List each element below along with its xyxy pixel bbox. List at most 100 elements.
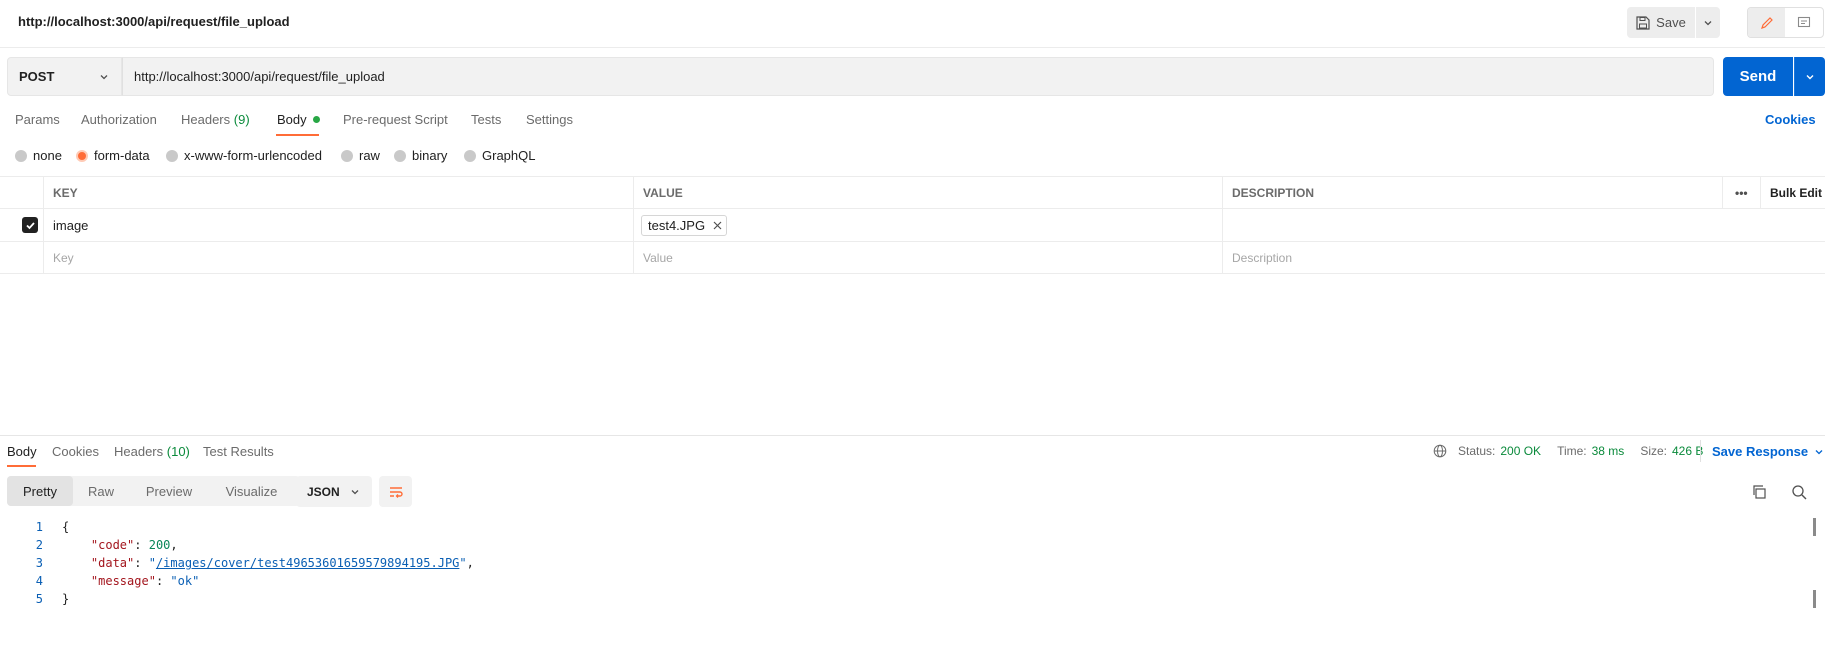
active-tab-underline xyxy=(276,134,319,136)
header-divider xyxy=(0,47,1825,48)
tab-headers-count: (9) xyxy=(233,112,250,127)
json-value-data-link[interactable]: /images/cover/test49653601659579894195.J… xyxy=(156,556,459,570)
scrollbar-marker[interactable] xyxy=(1813,518,1816,536)
view-pretty[interactable]: Pretty xyxy=(7,476,73,506)
radio-none[interactable]: none xyxy=(15,148,62,163)
response-tab-body[interactable]: Body xyxy=(7,444,37,459)
scrollbar-marker[interactable] xyxy=(1813,590,1816,608)
radio-label: form-data xyxy=(94,148,150,163)
file-name: test4.JPG xyxy=(648,217,706,233)
radio-binary[interactable]: binary xyxy=(394,148,447,163)
pencil-icon xyxy=(1760,16,1773,29)
more-options-button[interactable]: ••• xyxy=(1722,177,1760,208)
search-icon[interactable] xyxy=(1791,484,1807,500)
tab-params[interactable]: Params xyxy=(15,112,60,127)
bulk-edit-button[interactable]: Bulk Edit xyxy=(1760,177,1825,208)
radio-dot xyxy=(464,149,476,162)
close-icon[interactable] xyxy=(713,221,722,230)
status-value[interactable]: 200 OK xyxy=(1500,444,1541,458)
save-response-button[interactable]: Save Response xyxy=(1712,444,1824,459)
description-column-header: DESCRIPTION xyxy=(1222,177,1722,208)
radio-label: x-www-form-urlencoded xyxy=(184,148,322,163)
line-number: 3 xyxy=(35,556,43,570)
time-value[interactable]: 38 ms xyxy=(1592,444,1625,458)
copy-icon[interactable] xyxy=(1751,484,1767,500)
tab-headers[interactable]: Headers (9) xyxy=(181,112,250,127)
radio-dot-selected xyxy=(76,149,88,162)
request-title[interactable]: http://localhost:3000/api/request/file_u… xyxy=(18,14,290,29)
tab-body-label: Body xyxy=(277,112,307,127)
wrap-icon xyxy=(389,486,403,498)
status-label: Status: xyxy=(1458,444,1496,458)
response-tab-headers-label: Headers xyxy=(114,444,164,459)
response-tab-headers[interactable]: Headers (10) xyxy=(114,444,190,459)
line-number: 4 xyxy=(35,574,43,588)
row-value-cell[interactable]: test4.JPG xyxy=(633,209,1222,241)
save-label: Save xyxy=(1656,15,1686,30)
view-mode-segmented: Pretty Raw Preview Visualize xyxy=(7,476,300,506)
row-checkbox-cell xyxy=(0,242,43,273)
view-mode-toggle xyxy=(1747,7,1824,38)
tab-settings[interactable]: Settings xyxy=(526,112,573,127)
radio-dot xyxy=(341,149,353,162)
method-select[interactable]: POST xyxy=(7,57,122,96)
key-placeholder[interactable]: Key xyxy=(43,242,633,273)
radio-raw[interactable]: raw xyxy=(341,148,380,163)
response-tab-headers-count: (10) xyxy=(166,444,190,459)
tab-body[interactable]: Body xyxy=(277,112,320,127)
tab-headers-label: Headers xyxy=(181,112,231,127)
radio-label: GraphQL xyxy=(482,148,536,163)
radio-graphql[interactable]: GraphQL xyxy=(464,148,535,163)
row-checkbox[interactable] xyxy=(22,217,38,233)
save-response-label: Save Response xyxy=(1712,444,1809,459)
line-number: 2 xyxy=(35,538,43,552)
description-placeholder[interactable]: Description xyxy=(1222,242,1825,273)
value-column-header: VALUE xyxy=(633,177,1222,208)
url-input[interactable]: http://localhost:3000/api/request/file_u… xyxy=(122,57,1714,96)
table-row: image test4.JPG xyxy=(0,209,1825,242)
response-active-tab-underline xyxy=(7,465,36,467)
chevron-down-icon xyxy=(1815,449,1823,454)
format-label: JSON xyxy=(307,484,340,499)
line-number: 1 xyxy=(35,520,43,534)
format-select[interactable]: JSON xyxy=(296,476,372,507)
chevron-down-icon xyxy=(100,74,108,79)
json-key-message: "message" xyxy=(90,574,156,588)
radio-form-data[interactable]: form-data xyxy=(76,148,150,163)
size-value[interactable]: 426 B xyxy=(1672,444,1703,458)
row-key[interactable]: image xyxy=(43,209,633,241)
view-raw[interactable]: Raw xyxy=(73,476,129,506)
tab-authorization[interactable]: Authorization xyxy=(81,112,157,127)
tab-tests[interactable]: Tests xyxy=(471,112,501,127)
tab-pre-request-script[interactable]: Pre-request Script xyxy=(343,112,448,127)
radio-x-www-form-urlencoded[interactable]: x-www-form-urlencoded xyxy=(166,148,322,163)
checkbox-column-header xyxy=(0,177,43,208)
view-visualize[interactable]: Visualize xyxy=(209,476,294,506)
code-line-close-brace: } xyxy=(62,592,70,606)
save-button[interactable]: Save xyxy=(1627,7,1695,38)
json-key-code: "code" xyxy=(90,538,135,552)
save-options-button[interactable] xyxy=(1696,7,1720,38)
wrap-lines-button[interactable] xyxy=(379,476,412,507)
globe-icon[interactable] xyxy=(1433,444,1447,458)
view-preview[interactable]: Preview xyxy=(129,476,209,506)
radio-dot xyxy=(166,149,178,162)
url-text: http://localhost:3000/api/request/file_u… xyxy=(134,69,385,84)
edit-mode-button[interactable] xyxy=(1748,8,1785,37)
response-status-bar: Status: 200 OK Time: 38 ms Size: 426 B xyxy=(1433,444,1703,458)
checkmark-icon xyxy=(25,221,35,229)
response-tab-test-results[interactable]: Test Results xyxy=(203,444,274,459)
send-button[interactable]: Send xyxy=(1723,57,1793,96)
code-line: "data": "/images/cover/test4965360165957… xyxy=(90,556,474,570)
send-options-button[interactable] xyxy=(1794,57,1825,96)
chevron-down-icon xyxy=(351,489,359,494)
row-description[interactable] xyxy=(1222,209,1825,241)
code-line: "message": "ok" xyxy=(90,574,200,588)
table-row-empty: Key Value Description xyxy=(0,242,1825,274)
value-placeholder[interactable]: Value xyxy=(633,242,1222,273)
cookies-link[interactable]: Cookies xyxy=(1765,112,1816,127)
response-tab-cookies[interactable]: Cookies xyxy=(52,444,99,459)
documentation-mode-button[interactable] xyxy=(1785,8,1823,37)
table-header-row: KEY VALUE DESCRIPTION ••• Bulk Edit xyxy=(0,176,1825,209)
row-checkbox-cell xyxy=(0,209,43,241)
